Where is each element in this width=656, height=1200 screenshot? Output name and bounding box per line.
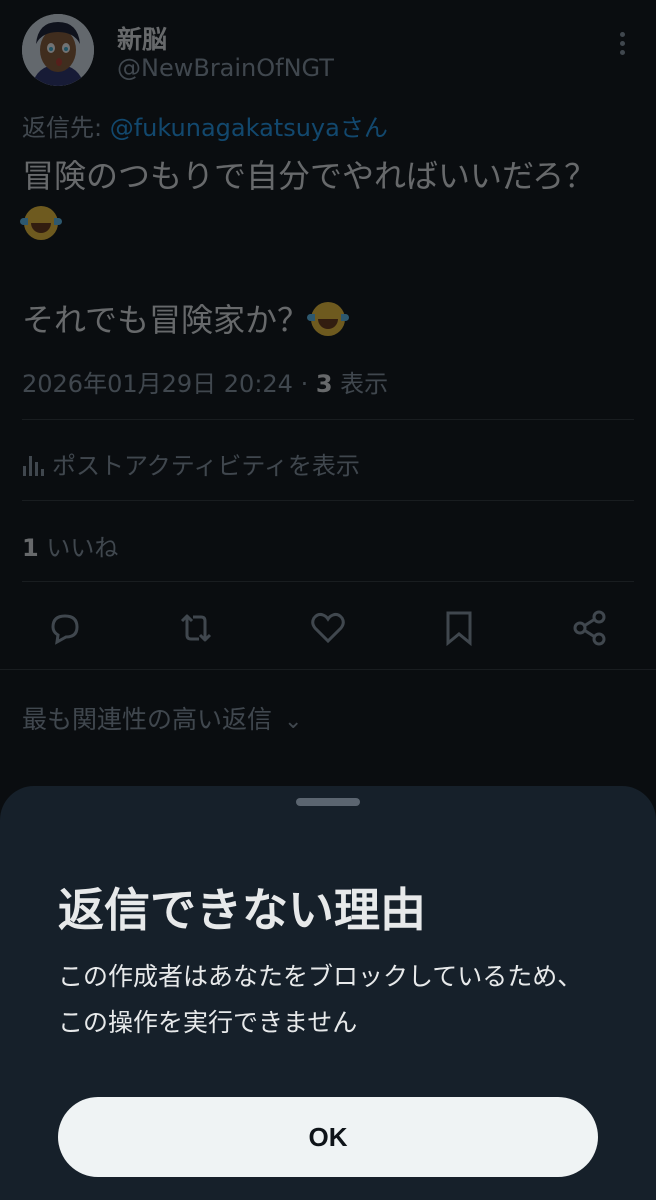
avatar-image	[22, 14, 94, 86]
bar-chart-icon	[22, 454, 44, 476]
tears-of-joy-emoji-icon	[307, 302, 350, 336]
post-text-line-3: それでも冒険家か？	[22, 301, 310, 339]
dialog-title: 返信できない理由	[58, 883, 426, 937]
reply-icon[interactable]	[45, 608, 85, 648]
view-label: 表示	[332, 370, 389, 398]
like-count: 1	[22, 534, 39, 562]
divider	[22, 500, 634, 501]
app-screen: 新脳 @NewBrainOfNGT 返信先: @fukunagakatsuyaさ…	[0, 0, 656, 1200]
ok-button[interactable]: OK	[58, 1097, 598, 1177]
reply-to-suffix: さん	[339, 114, 388, 142]
author-row[interactable]: 新脳 @NewBrainOfNGT	[22, 14, 634, 90]
reply-to-line: 返信先: @fukunagakatsuyaさん	[22, 108, 388, 143]
reply-to-mention[interactable]: @fukunagakatsuya	[110, 114, 340, 142]
post-activity-link[interactable]: ポストアクティビティを表示	[22, 446, 360, 481]
post-meta: 2026年01月29日 20:24 · 3 表示	[22, 364, 388, 399]
divider	[22, 419, 634, 420]
divider	[22, 581, 634, 582]
post-text-line-1: 冒険のつもりで自分でやればいいだろ？	[22, 157, 597, 195]
view-count: 3	[315, 370, 333, 398]
repost-icon[interactable]	[176, 608, 216, 648]
avatar[interactable]	[22, 14, 94, 86]
action-bar	[0, 600, 656, 656]
like-stats[interactable]: 1 いいね	[22, 528, 118, 563]
post-activity-label: ポストアクティビティを表示	[52, 452, 360, 480]
like-label: いいね	[38, 534, 119, 562]
dialog-message: この作成者はあなたをブロックしているため、この操作を実行できません	[58, 962, 583, 1037]
more-vertical-icon[interactable]	[610, 28, 634, 62]
post-timestamp[interactable]: 2026年01月29日 20:24 ·	[22, 370, 316, 398]
post-text: 冒険のつもりで自分でやればいいだろ？ それでも冒険家か？	[20, 152, 634, 344]
author-name[interactable]: 新脳	[117, 20, 167, 56]
bookmark-icon[interactable]	[439, 608, 479, 648]
author-handle[interactable]: @NewBrainOfNGT	[117, 54, 334, 82]
heart-icon[interactable]	[308, 608, 348, 648]
chevron-down-icon: ⌄	[284, 709, 303, 734]
sheet-drag-handle[interactable]	[296, 798, 360, 806]
divider	[0, 669, 656, 670]
reply-sort-dropdown[interactable]: 最も関連性の高い返信 ⌄	[22, 700, 302, 736]
share-icon[interactable]	[570, 608, 610, 648]
tears-of-joy-emoji-icon	[20, 206, 62, 240]
reply-to-prefix: 返信先:	[22, 114, 110, 142]
reply-sort-label: 最も関連性の高い返信	[22, 705, 273, 734]
bottom-sheet-dialog: 返信できない理由 この作成者はあなたをブロックしているため、この操作を実行できま…	[0, 786, 656, 1200]
